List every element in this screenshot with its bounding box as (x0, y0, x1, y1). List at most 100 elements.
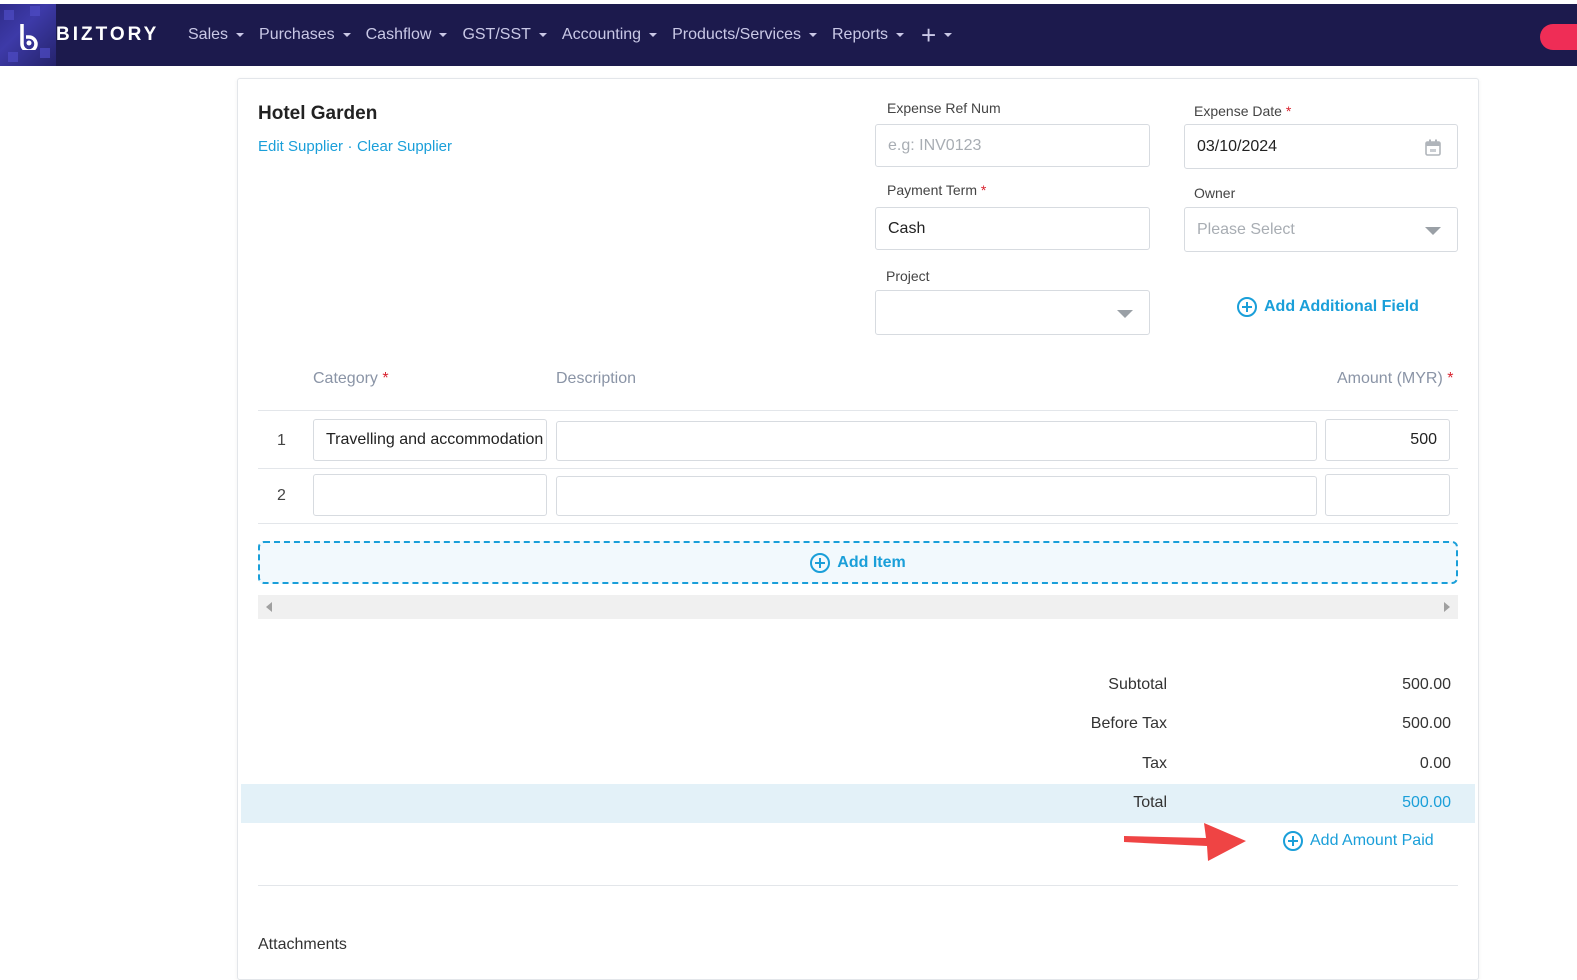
category-header-text: Category (313, 370, 378, 387)
payment-term-value: Cash (888, 219, 926, 237)
separator: · (347, 138, 353, 155)
project-select[interactable] (875, 290, 1150, 335)
logo-tile (4, 10, 14, 20)
plus-circle-icon (1237, 297, 1257, 317)
caret-down-icon (538, 33, 547, 37)
subtotal-value: 500.00 (1402, 676, 1451, 693)
expense-date-input[interactable]: 03/10/2024 (1184, 124, 1458, 169)
caret-down-icon (439, 33, 448, 37)
menu-cashflow[interactable]: Cashflow (366, 26, 448, 44)
payment-term-input[interactable]: Cash (875, 207, 1150, 250)
user-toggle[interactable] (1540, 24, 1577, 50)
caret-down-icon (342, 33, 351, 37)
caret-down-icon (896, 33, 905, 37)
add-item-button[interactable]: Add Item (258, 541, 1458, 584)
brand-name: BIZTORY (56, 24, 160, 45)
owner-select[interactable]: Please Select (1184, 207, 1458, 252)
menu-label: Cashflow (365, 26, 432, 43)
menu-label: GST/SST (462, 26, 531, 43)
logo-tile (30, 6, 40, 16)
tax-value: 0.00 (1419, 755, 1451, 772)
supplier-name: Hotel Garden (258, 103, 378, 124)
add-amount-paid-button[interactable]: Add Amount Paid (1283, 831, 1434, 851)
expense-form-card: Hotel Garden Edit Supplier · Clear Suppl… (237, 78, 1479, 980)
required-mark: * (980, 182, 987, 198)
plus-icon: + (921, 19, 937, 50)
owner-label: Owner (1194, 185, 1236, 201)
total-label: Total (1133, 794, 1167, 811)
table-header-divider (258, 410, 1458, 411)
amount-input[interactable]: 500 (1325, 419, 1450, 461)
menu-label: Accounting (561, 26, 642, 43)
amount-value: 500 (1410, 431, 1437, 448)
clear-supplier-link[interactable]: Clear Supplier (357, 138, 452, 155)
caret-down-icon (944, 33, 953, 37)
menu-label: Products/Services (672, 26, 801, 43)
menu-sales[interactable]: Sales (188, 26, 245, 44)
calendar-icon[interactable] (1425, 139, 1441, 156)
total-value: 500.00 (1402, 794, 1451, 811)
payment-term-label: Payment Term * (887, 182, 986, 198)
row-divider (258, 468, 1458, 469)
payment-term-label-text: Payment Term (887, 182, 977, 198)
scroll-right-icon[interactable] (1444, 602, 1450, 612)
category-input[interactable]: Travelling and accommodation (313, 419, 547, 461)
caret-down-icon (809, 33, 817, 37)
amount-header: Amount (MYR) * (1337, 370, 1453, 388)
dropdown-arrow-icon (1425, 226, 1441, 235)
supplier-actions: Edit Supplier · Clear Supplier (258, 138, 452, 156)
expense-date-label: Expense Date * (1194, 103, 1291, 119)
expense-date-label-text: Expense Date (1194, 103, 1282, 119)
edit-supplier-link[interactable]: Edit Supplier (258, 138, 343, 155)
amount-input[interactable] (1325, 474, 1450, 516)
plus-circle-icon (810, 552, 831, 573)
menu-accounting[interactable]: Accounting (561, 26, 658, 44)
scroll-left-icon[interactable] (266, 602, 272, 612)
description-input[interactable] (556, 476, 1317, 516)
add-item-label: Add Item (837, 553, 906, 571)
row-number: 2 (277, 487, 286, 504)
row-number: 1 (277, 432, 286, 449)
expense-date-value: 03/10/2024 (1197, 137, 1278, 155)
category-value: Travelling and accommodation (326, 431, 544, 448)
expense-ref-label: Expense Ref Num (887, 100, 1001, 116)
amount-header-text: Amount (MYR) (1337, 370, 1443, 387)
logo-block[interactable] (0, 4, 56, 66)
owner-placeholder: Please Select (1197, 220, 1295, 238)
category-header: Category * (313, 370, 389, 388)
description-input[interactable] (556, 421, 1317, 461)
required-mark: * (1447, 370, 1454, 387)
quick-add-menu[interactable]: + (921, 19, 953, 51)
subtotal-label: Subtotal (1108, 676, 1167, 693)
menu-label: Reports (832, 26, 889, 43)
menu-label: Purchases (259, 26, 335, 43)
menu-products-services[interactable]: Products/Services (672, 26, 817, 44)
add-additional-field-label: Add Additional Field (1264, 298, 1419, 315)
add-additional-field-button[interactable]: Add Additional Field (1237, 297, 1419, 317)
plus-circle-icon (1283, 831, 1303, 851)
row-divider (258, 523, 1458, 524)
main-menu: Sales Purchases Cashflow GST/SST Account… (188, 4, 953, 66)
required-mark: * (382, 370, 389, 387)
section-divider (258, 885, 1458, 886)
add-amount-paid-label: Add Amount Paid (1310, 832, 1434, 849)
before-tax-value: 500.00 (1402, 715, 1451, 732)
caret-down-icon (649, 33, 658, 37)
menu-reports[interactable]: Reports (832, 26, 905, 44)
description-header: Description (556, 370, 637, 387)
menu-label: Sales (188, 26, 229, 43)
dropdown-arrow-icon (1117, 309, 1133, 318)
attachments-label: Attachments (258, 936, 347, 953)
menu-gst-sst[interactable]: GST/SST (462, 26, 547, 44)
before-tax-label: Before Tax (1090, 715, 1167, 732)
logo-tile (8, 52, 18, 62)
expense-ref-input[interactable]: e.g: INV0123 (875, 124, 1150, 167)
category-input[interactable] (313, 474, 547, 516)
horizontal-scrollbar[interactable] (258, 595, 1458, 619)
menu-purchases[interactable]: Purchases (259, 26, 351, 44)
expense-ref-placeholder: e.g: INV0123 (888, 136, 982, 154)
biztory-logo-icon (20, 24, 38, 50)
caret-down-icon (236, 33, 245, 37)
add-item-link: Add Item (810, 552, 906, 573)
top-navbar: BIZTORY Sales Purchases Cashflow GST/SST… (0, 4, 1577, 66)
